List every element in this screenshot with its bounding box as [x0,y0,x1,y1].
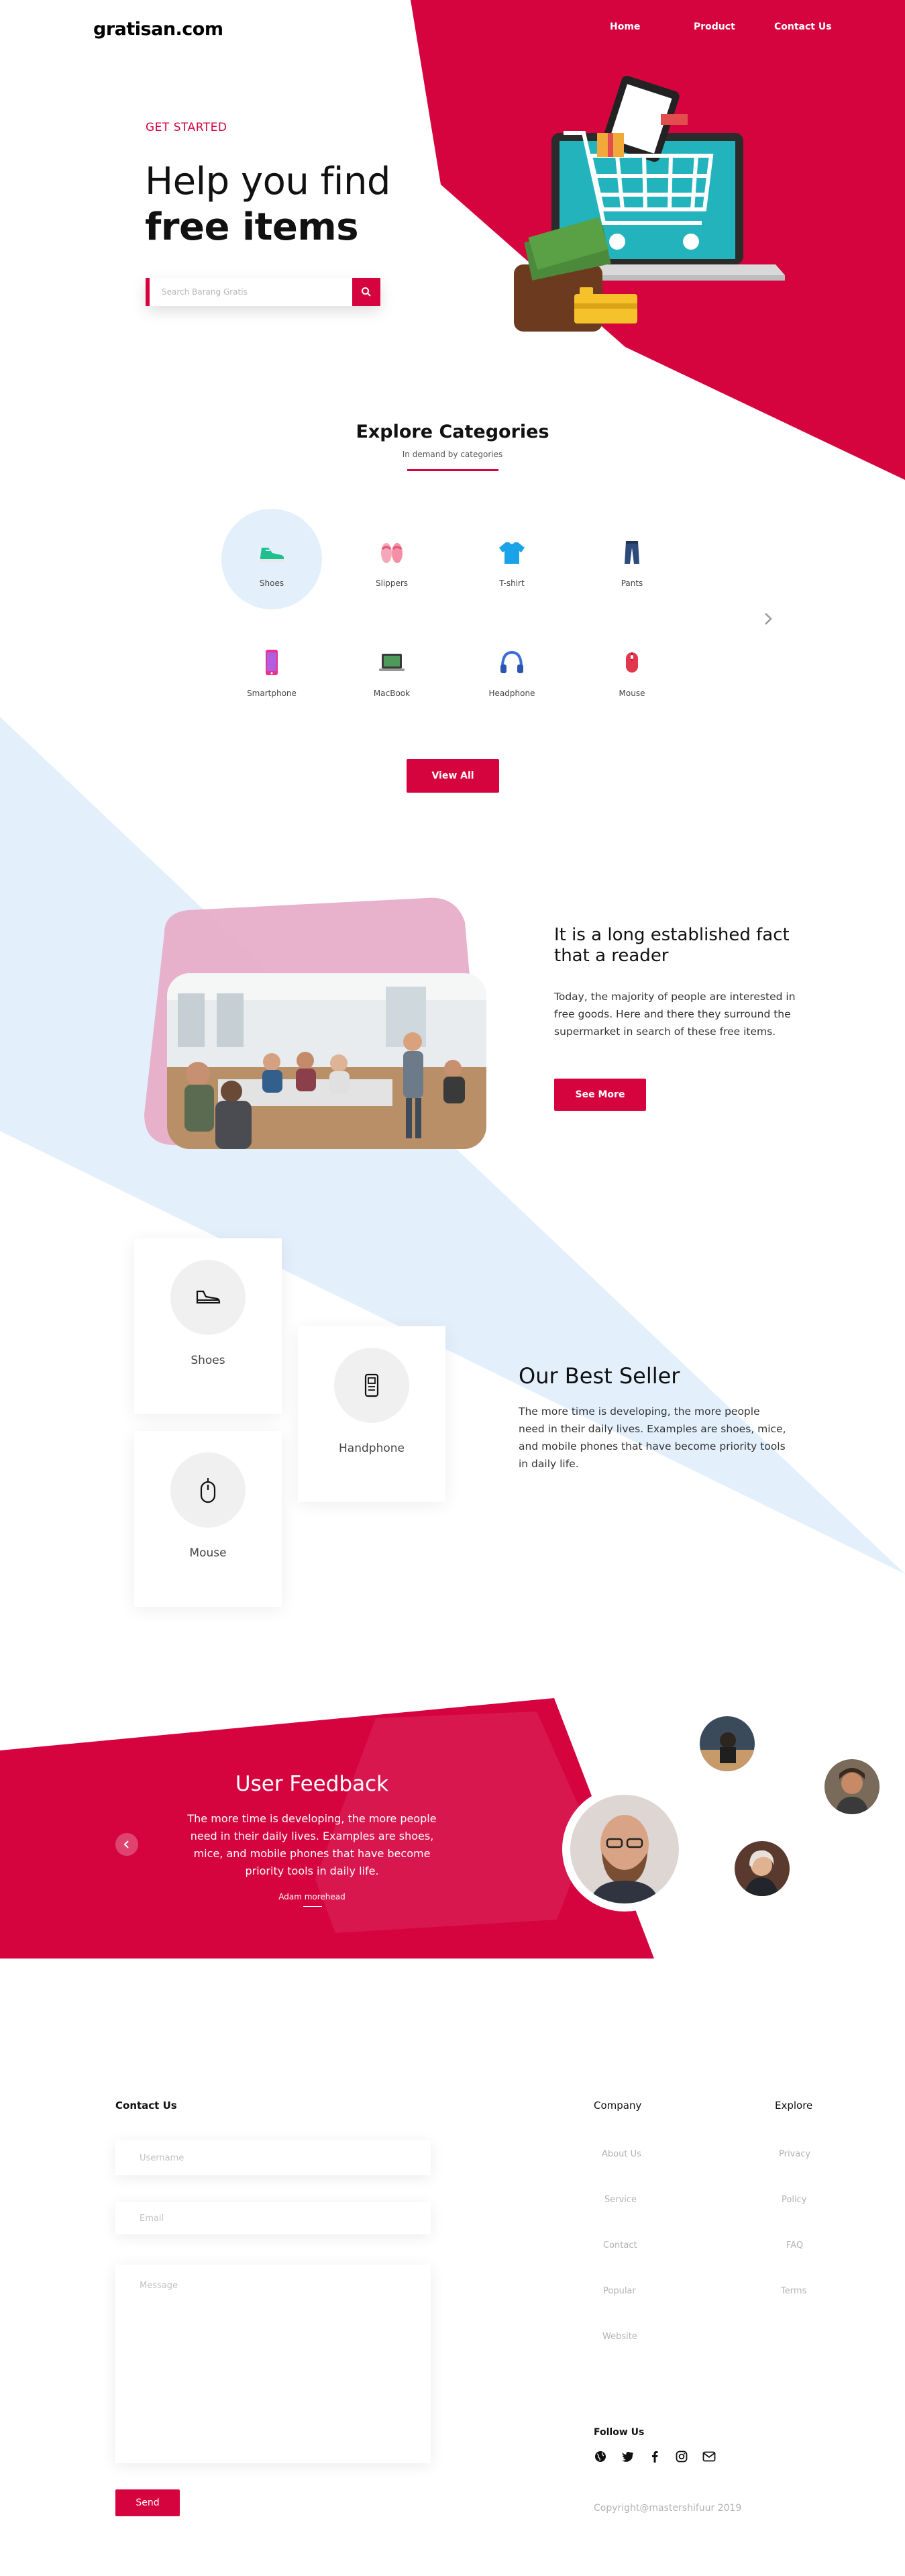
category-label: Smartphone [247,689,297,698]
feedback-title: User Feedback [235,1772,389,1796]
chevron-left-icon [123,1840,129,1848]
facebook-icon[interactable] [647,2449,662,2464]
globe-icon[interactable] [593,2449,608,2464]
classroom-photo [144,897,486,1149]
avatar[interactable] [735,1841,790,1896]
nav-product[interactable]: Product [694,21,735,32]
nav-home[interactable]: Home [610,21,640,32]
category-label: Mouse [619,689,645,698]
card-label: Handphone [339,1442,405,1455]
best-seller-card-mouse[interactable]: Mouse [134,1431,282,1607]
footer-link-faq[interactable]: FAQ [786,2240,803,2250]
hero-title-line1: Help you find [145,160,390,203]
mouse-icon [626,652,638,673]
category-smartphone[interactable]: Smartphone [221,619,322,720]
instagram-icon[interactable] [674,2449,689,2464]
categories-underline [407,469,498,471]
category-label: Headphone [488,689,535,698]
mouse-outline-icon [200,1478,216,1503]
pants-icon [625,541,639,564]
category-shoes[interactable]: Shoes [221,509,322,609]
mail-icon[interactable] [702,2449,716,2464]
company-title: Company [594,2099,642,2112]
see-more-button[interactable]: See More [554,1079,646,1111]
chevron-right-icon[interactable] [760,611,776,627]
sneaker-icon [260,548,284,562]
feedback-author-underline [303,1906,322,1907]
main-nav: Home Product Contact Us [0,21,905,35]
feedback-author: Adam morehead [278,1892,345,1901]
best-seller-card-shoes[interactable]: Shoes [134,1238,282,1414]
card-label: Shoes [191,1354,225,1367]
avatar[interactable] [700,1716,755,1771]
footer-link-website[interactable]: Website [602,2332,637,2342]
category-label: T-shirt [499,579,525,588]
username-field[interactable] [115,2140,431,2175]
laptop-icon [379,654,405,671]
category-pants[interactable]: Pants [582,509,682,609]
footer-link-privacy[interactable]: Privacy [779,2149,810,2159]
explore-title: Explore [775,2099,813,2112]
category-mouse[interactable]: Mouse [582,619,682,720]
avatar [562,1787,687,1912]
footer-link-popular[interactable]: Popular [603,2286,636,2296]
search-input[interactable] [162,278,356,306]
slippers-icon [381,543,403,563]
avatar[interactable] [824,1759,880,1814]
view-all-button[interactable]: View All [407,759,499,793]
footer-link-about-us[interactable]: About Us [602,2149,641,2159]
hero-title-line2: free items [145,205,359,249]
send-button[interactable]: Send [115,2489,180,2516]
category-macbook[interactable]: MacBook [341,619,442,720]
categories-title: Explore Categories [356,422,549,442]
about-text: Today, the majority of people are intere… [554,991,796,1038]
hero-search [146,278,380,306]
search-button[interactable] [352,278,380,306]
footer-link-service[interactable]: Service [604,2195,637,2205]
category-label: Pants [621,579,643,588]
card-icon-circle [170,1452,246,1528]
contact-title: Contact Us [115,2099,177,2112]
card-icon-circle [334,1348,409,1423]
phone-outline-icon [364,1373,379,1397]
best-seller-title: Our Best Seller [519,1363,680,1389]
best-seller-card-handphone[interactable]: Handphone [298,1326,445,1502]
footer-link-terms[interactable]: Terms [781,2286,806,2296]
message-field[interactable] [115,2265,431,2463]
hero-eyebrow: GET STARTED [146,121,227,134]
card-icon-circle [170,1260,246,1335]
category-tshirt[interactable]: T-shirt [462,509,562,609]
feedback-text: The more time is developing, the more pe… [187,1812,437,1877]
laptop-shopping-cart-wallet-illustration [514,75,785,332]
category-headphone[interactable]: Headphone [462,619,562,720]
category-label: MacBook [373,689,411,698]
feedback-prev-button[interactable] [115,1833,138,1856]
tshirt-icon [499,542,525,564]
copyright-text: Copyright@mastershifuur 2019 [594,2503,742,2514]
search-icon [362,287,371,297]
follow-title: Follow Us [594,2427,645,2438]
category-label: Shoes [259,579,284,588]
headphone-icon [500,650,523,673]
category-label: Slippers [375,579,409,588]
email-field[interactable] [115,2202,431,2234]
card-label: Mouse [189,1546,227,1560]
category-slippers[interactable]: Slippers [341,509,442,609]
smartphone-icon [266,650,278,675]
nav-contact-us[interactable]: Contact Us [774,21,832,32]
twitter-icon[interactable] [621,2449,635,2464]
footer-link-policy[interactable]: Policy [782,2195,806,2205]
about-title: It is a long established fact that a rea… [554,925,790,966]
shoe-outline-icon [196,1290,221,1304]
best-seller-text: The more time is developing, the more pe… [519,1405,786,1470]
footer-link-contact[interactable]: Contact [603,2240,637,2250]
categories-subtitle: In demand by categories [402,450,503,459]
